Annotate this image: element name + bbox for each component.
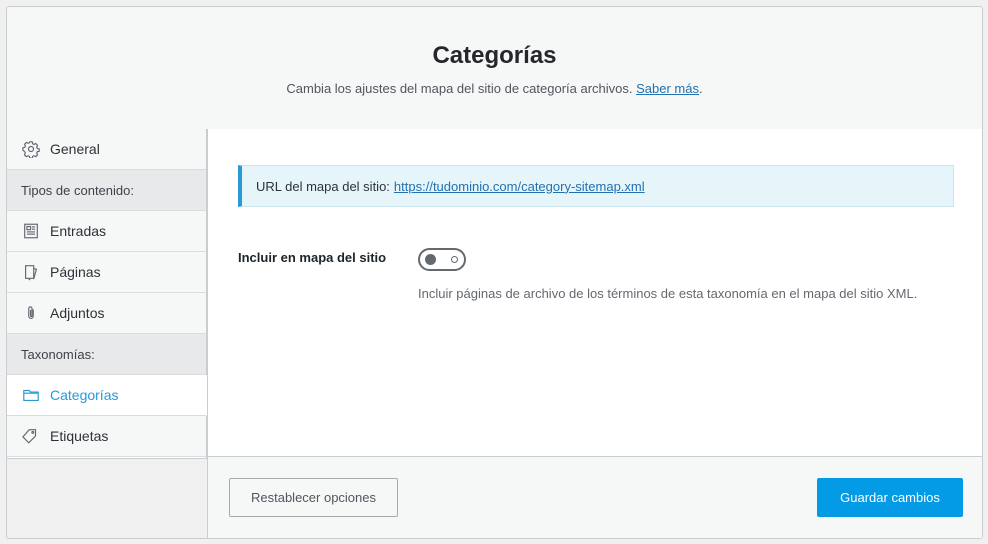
sidebar-item-label: Etiquetas (50, 428, 109, 444)
document-icon (21, 221, 41, 241)
sidebar-item-label: Categorías (50, 387, 119, 403)
settings-panel: Categorías Cambia los ajustes del mapa d… (6, 6, 983, 539)
toggle-off-indicator (451, 256, 458, 263)
description-text: Cambia los ajustes del mapa del sitio de… (286, 81, 633, 96)
sitemap-url-label: URL del mapa del sitio: (256, 178, 390, 194)
description-period: . (699, 81, 703, 96)
sitemap-url-link[interactable]: https://tudominio.com/category-sitemap.x… (394, 179, 645, 194)
gear-icon (21, 139, 41, 159)
toggle-knob (425, 254, 436, 265)
page-header: Categorías Cambia los ajustes del mapa d… (7, 7, 982, 130)
include-sitemap-toggle[interactable] (418, 248, 466, 271)
sidebar-item-entradas[interactable]: Entradas (7, 211, 206, 252)
include-sitemap-description: Incluir páginas de archivo de los términ… (418, 286, 918, 301)
learn-more-link[interactable]: Saber más (636, 81, 699, 96)
sidebar-item-etiquetas[interactable]: Etiquetas (7, 416, 206, 457)
sidebar-item-label: Entradas (50, 223, 107, 239)
sitemap-url-notice: URL del mapa del sitio: https://tudomini… (238, 165, 954, 207)
tag-icon (21, 426, 41, 446)
include-sitemap-label: Incluir en mapa del sitio (238, 250, 387, 265)
page-title: Categorías (432, 42, 557, 69)
sidebar-item-categorias[interactable]: Categorías (7, 375, 207, 416)
reset-options-button[interactable]: Restablecer opciones (229, 478, 398, 517)
sidebar-item-paginas[interactable]: Páginas (7, 252, 206, 293)
page-description: Cambia los ajustes del mapa del sitio de… (7, 81, 982, 96)
folder-icon (21, 385, 41, 405)
taxonomies-heading: Taxonomías: (7, 334, 206, 375)
page-icon (21, 262, 41, 282)
settings-content: URL del mapa del sitio: https://tudomini… (207, 129, 982, 538)
sidebar-item-adjuntos[interactable]: Adjuntos (7, 293, 206, 334)
sidebar-item-general[interactable]: General (7, 129, 206, 170)
content-types-heading: Tipos de contenido: (7, 170, 206, 211)
settings-footer: Restablecer opciones Guardar cambios (208, 456, 982, 538)
paperclip-icon (21, 303, 41, 323)
save-changes-button[interactable]: Guardar cambios (817, 478, 963, 517)
sidebar-item-label: General (50, 141, 100, 157)
sidebar-item-label: Adjuntos (50, 305, 105, 321)
sidebar-item-label: Páginas (50, 264, 101, 280)
sidebar-nav: General Tipos de contenido: Entradas Pág… (7, 129, 207, 459)
